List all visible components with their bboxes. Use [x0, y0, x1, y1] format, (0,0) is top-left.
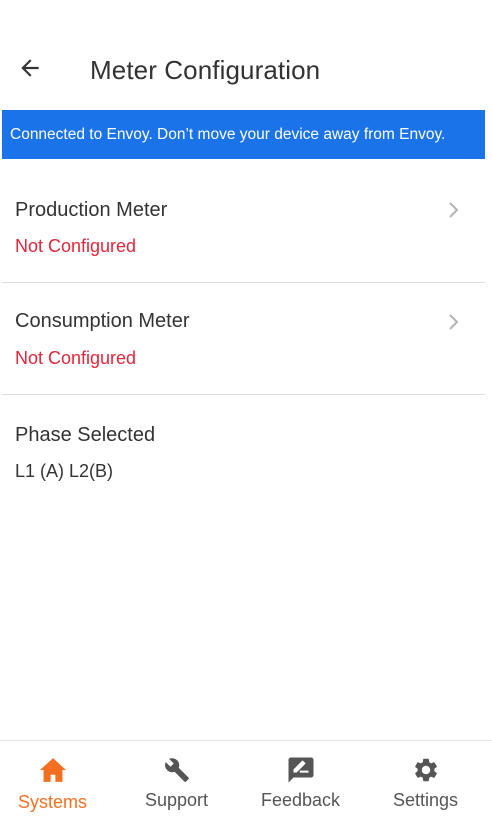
production-meter-title: Production Meter: [15, 199, 168, 221]
feedback-icon: [286, 755, 316, 785]
phase-selected-section: Phase Selected L1 (A) L2(B): [2, 395, 485, 505]
nav-feedback-label: Feedback: [260, 790, 341, 810]
page-title: Meter Configuration: [90, 55, 321, 85]
nav-systems[interactable]: Systems: [0, 741, 114, 827]
back-button[interactable]: [14, 54, 46, 86]
nav-feedback[interactable]: Feedback: [239, 741, 362, 827]
nav-support[interactable]: Support: [115, 741, 238, 827]
nav-settings-label: Settings: [392, 790, 459, 810]
arrow-left-icon: [17, 55, 43, 86]
production-meter-row[interactable]: Production Meter Not Configured: [2, 160, 485, 282]
chevron-right-icon: [445, 313, 463, 331]
phase-selected-value: L1 (A) L2(B): [15, 461, 114, 481]
chevron-right-icon: [445, 201, 463, 219]
consumption-meter-status: Not Configured: [15, 348, 137, 368]
nav-settings[interactable]: Settings: [364, 741, 487, 827]
consumption-meter-row[interactable]: Consumption Meter Not Configured: [2, 283, 485, 394]
phase-selected-title: Phase Selected: [15, 424, 156, 446]
nav-support-label: Support: [144, 790, 209, 810]
bottom-navigation: Systems Support Feedback Settings: [0, 740, 492, 826]
connection-banner: Connected to Envoy. Don’t move your devi…: [2, 110, 485, 159]
production-meter-status: Not Configured: [15, 236, 137, 256]
home-icon: [38, 755, 68, 785]
app-header: Meter Configuration: [0, 0, 492, 110]
wrench-icon: [162, 755, 192, 785]
consumption-meter-title: Consumption Meter: [15, 310, 190, 332]
nav-systems-label: Systems: [17, 792, 87, 812]
gear-icon: [411, 755, 441, 785]
